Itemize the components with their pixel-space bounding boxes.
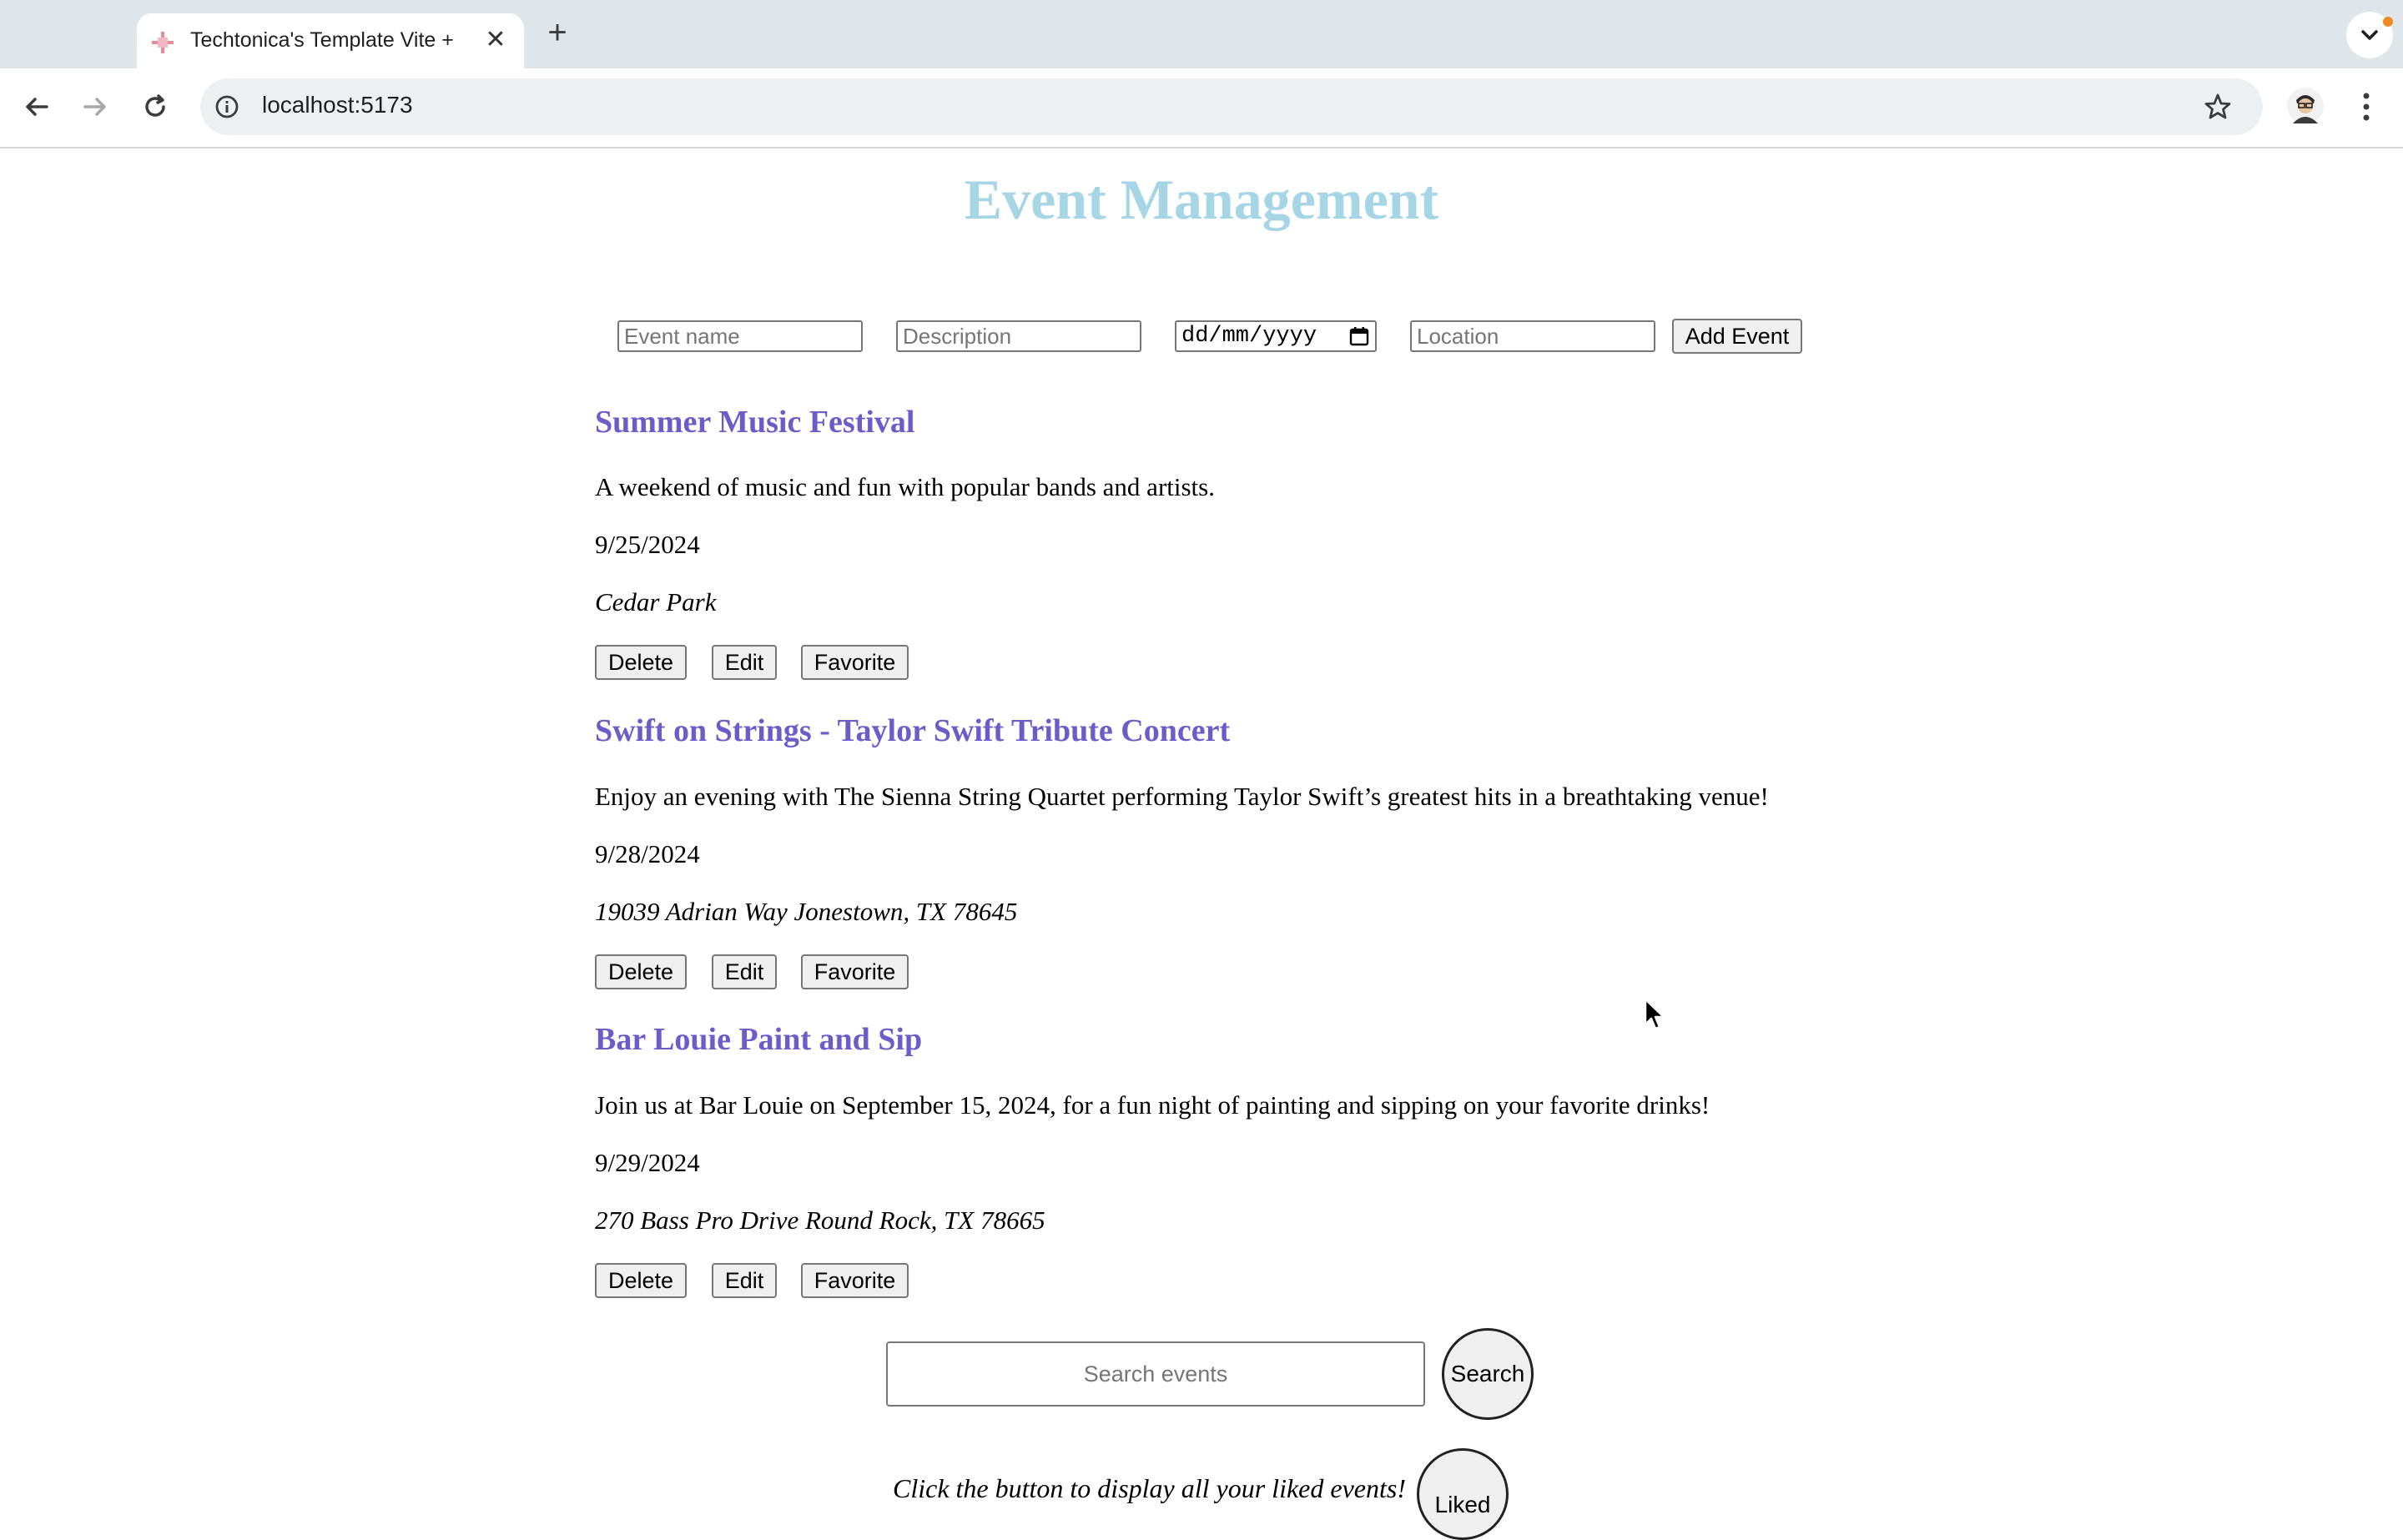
reload-button[interactable] bbox=[137, 88, 174, 125]
event-location: Cedar Park bbox=[595, 587, 717, 617]
favorite-button[interactable]: Favorite bbox=[801, 1263, 909, 1298]
plus-icon[interactable]: + bbox=[541, 16, 574, 50]
forward-button[interactable] bbox=[77, 88, 113, 125]
back-icon bbox=[26, 98, 48, 116]
event-title: Bar Louie Paint and Sip bbox=[595, 1022, 923, 1057]
browser-tab[interactable]: Techtonica's Template Vite + ✕ bbox=[137, 13, 524, 68]
location-input[interactable] bbox=[1410, 320, 1655, 352]
delete-button[interactable]: Delete bbox=[595, 954, 687, 989]
close-icon[interactable]: ✕ bbox=[481, 25, 511, 55]
liked-caption: Click the button to display all your lik… bbox=[893, 1473, 1406, 1503]
avatar[interactable] bbox=[2286, 87, 2325, 125]
event-location: 19039 Adrian Way Jonestown, TX 78645 bbox=[595, 897, 1018, 926]
address-bar[interactable]: localhost:5173 bbox=[200, 78, 2263, 135]
event-location: 270 Bass Pro Drive Round Rock, TX 78665 bbox=[595, 1205, 1045, 1235]
search-button[interactable]: Search bbox=[1442, 1328, 1534, 1420]
event-title: Summer Music Festival bbox=[595, 405, 915, 440]
favicon-icon bbox=[152, 32, 174, 53]
reload-icon bbox=[145, 94, 165, 117]
info-icon[interactable] bbox=[214, 93, 240, 120]
event-title: Swift on Strings - Taylor Swift Tribute … bbox=[595, 713, 1231, 748]
liked-button[interactable]: Liked bbox=[1417, 1448, 1509, 1540]
tab-strip: Techtonica's Template Vite + ✕ + bbox=[0, 0, 2403, 68]
edit-button[interactable]: Edit bbox=[712, 954, 777, 989]
browser-toolbar: localhost:5173 bbox=[0, 68, 2403, 148]
star-icon[interactable] bbox=[2203, 92, 2233, 122]
calendar-icon[interactable] bbox=[1348, 325, 1370, 347]
forward-icon bbox=[83, 98, 106, 116]
url-text[interactable]: localhost:5173 bbox=[262, 92, 413, 118]
favorite-button[interactable]: Favorite bbox=[801, 954, 909, 989]
tab-title: Techtonica's Template Vite + bbox=[190, 28, 454, 52]
kebab-menu-icon[interactable] bbox=[2351, 88, 2381, 125]
event-date: 9/28/2024 bbox=[595, 839, 700, 868]
add-event-button[interactable]: Add Event bbox=[1672, 319, 1802, 354]
edit-button[interactable]: Edit bbox=[712, 1263, 777, 1298]
event-date: 9/29/2024 bbox=[595, 1148, 700, 1177]
edit-button[interactable]: Edit bbox=[712, 645, 777, 680]
page-title: Event Management bbox=[964, 168, 1439, 231]
date-value: dd/mm/yyyy bbox=[1181, 324, 1317, 349]
event-date: 9/25/2024 bbox=[595, 530, 700, 559]
search-input[interactable] bbox=[886, 1341, 1425, 1407]
delete-button[interactable]: Delete bbox=[595, 1263, 687, 1298]
favorite-button[interactable]: Favorite bbox=[801, 645, 909, 680]
description-input[interactable] bbox=[896, 320, 1141, 352]
event-description: Enjoy an evening with The Sienna String … bbox=[595, 782, 1769, 811]
date-input[interactable]: dd/mm/yyyy bbox=[1175, 320, 1377, 352]
back-button[interactable] bbox=[18, 88, 55, 125]
tab-search-button[interactable] bbox=[2346, 12, 2393, 58]
event-description: Join us at Bar Louie on September 15, 20… bbox=[595, 1090, 1710, 1120]
event-description: A weekend of music and fun with popular … bbox=[595, 472, 1215, 501]
mouse-cursor-icon bbox=[1644, 998, 1665, 1030]
delete-button[interactable]: Delete bbox=[595, 645, 687, 680]
event-name-input[interactable] bbox=[617, 320, 863, 352]
notification-dot bbox=[2383, 17, 2393, 27]
